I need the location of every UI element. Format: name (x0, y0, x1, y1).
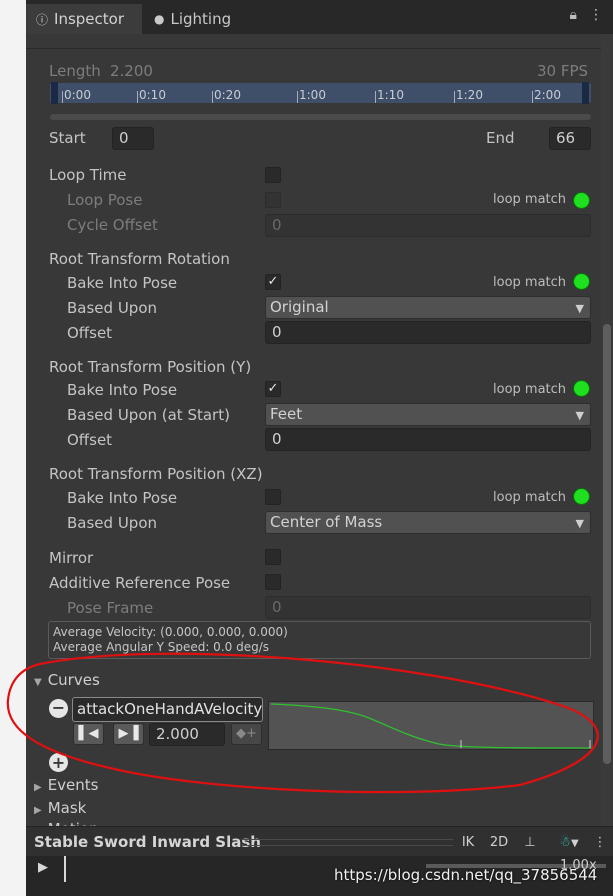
red-annotation-ellipse (6, 652, 599, 794)
watermark-text: https://blog.csdn.net/qq_37856544 (334, 866, 598, 884)
